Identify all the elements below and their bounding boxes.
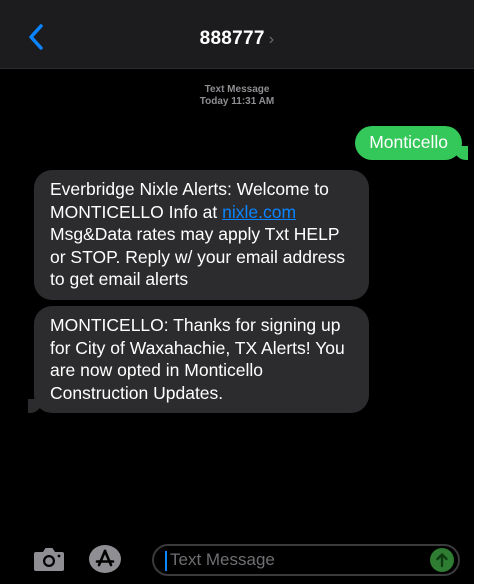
time-label: Today 11:31 AM xyxy=(199,96,275,107)
message-text: Monticello xyxy=(369,132,448,152)
camera-button[interactable] xyxy=(32,545,66,573)
sent-message-bubble[interactable]: Monticello xyxy=(355,126,468,160)
message-text: Msg&Data rates may apply Txt HELP or STO… xyxy=(50,224,346,289)
composer-toolbar xyxy=(0,536,474,584)
received-message-bubble[interactable]: Everbridge Nixle Alerts: Welcome to MONT… xyxy=(34,170,369,300)
camera-icon xyxy=(34,548,64,571)
received-message-bubble[interactable]: MONTICELLO: Thanks for signing up for Ci… xyxy=(28,306,369,413)
messages-screen: 888777 › Text Message Today 11:31 AM Mont… xyxy=(0,0,474,584)
conversation-header: 888777 › xyxy=(0,0,474,69)
service-label: Text Message xyxy=(204,84,270,95)
app-store-button[interactable] xyxy=(88,544,122,574)
send-button[interactable] xyxy=(430,548,454,572)
contact-name[interactable]: 888777 xyxy=(200,28,265,49)
message-text: MONTICELLO: Thanks for signing up for Ci… xyxy=(50,315,345,403)
contact-chevron-icon[interactable]: › xyxy=(269,31,275,48)
message-link[interactable]: nixle.com xyxy=(222,202,296,222)
app-store-icon xyxy=(89,545,121,573)
message-input-container[interactable] xyxy=(152,544,460,576)
send-arrow-icon xyxy=(436,553,448,568)
bubble-tail xyxy=(28,399,42,413)
message-input[interactable] xyxy=(164,548,420,572)
message-timestamp: Text Message Today 11:31 AM xyxy=(0,84,474,108)
contact-title[interactable]: 888777 › xyxy=(0,28,474,50)
